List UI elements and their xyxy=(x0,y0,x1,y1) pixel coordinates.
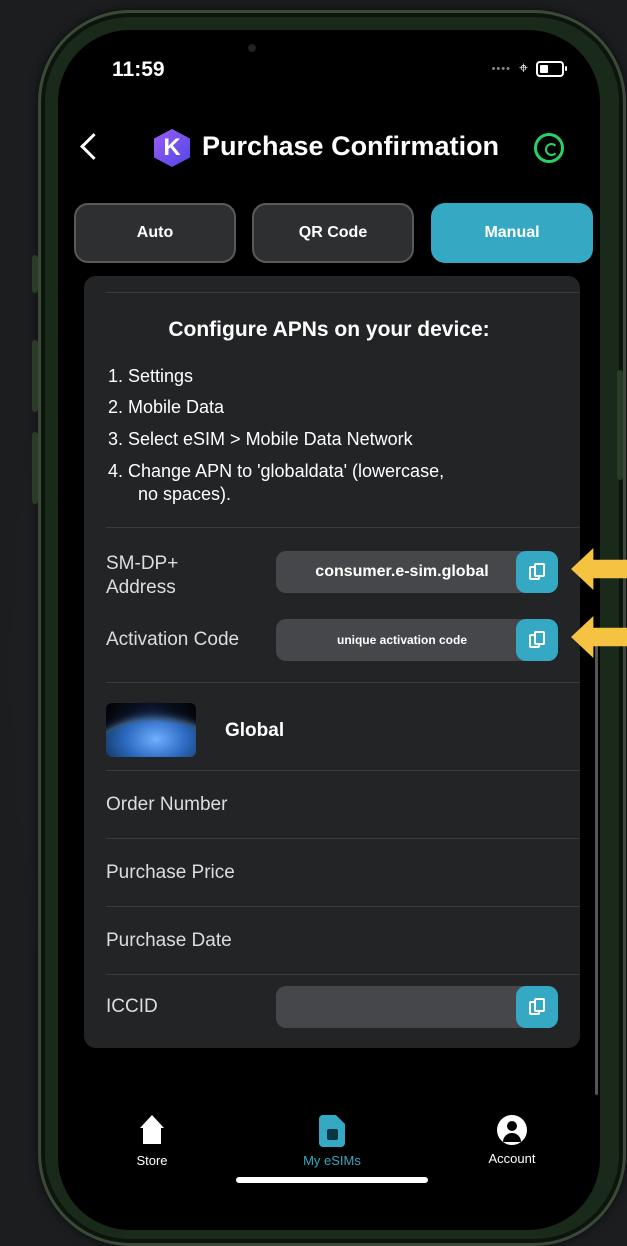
volume-up-button xyxy=(32,340,38,412)
nav-label: Store xyxy=(136,1153,168,1168)
signal-dots-icon: •••• xyxy=(491,63,511,75)
account-icon xyxy=(497,1115,527,1145)
nav-account[interactable]: Account xyxy=(462,1115,562,1166)
nav-label: Account xyxy=(488,1151,536,1166)
copy-iccid-button[interactable] xyxy=(516,986,558,1028)
status-time: 11:59 xyxy=(112,58,165,81)
config-step: 3. Select eSIM > Mobile Data Network xyxy=(108,429,413,449)
action-button xyxy=(32,255,38,293)
config-step: no spaces). xyxy=(138,484,232,504)
iccid-label: ICCID xyxy=(106,996,158,1017)
whatsapp-icon[interactable] xyxy=(534,133,564,163)
smdp-field: consumer.e-sim.global xyxy=(276,551,558,593)
config-step: 4. Change APN to 'globaldata' (lowercase… xyxy=(108,461,445,481)
divider xyxy=(106,292,580,293)
camera-icon xyxy=(248,44,256,52)
config-title: Configure APNs on your device: xyxy=(168,318,490,341)
config-step: 2. Mobile Data xyxy=(108,397,225,417)
copy-icon xyxy=(529,563,545,581)
back-chevron-icon[interactable] xyxy=(80,133,107,160)
order-number-label: Order Number xyxy=(106,794,228,815)
activation-label: Activation Code xyxy=(106,629,240,650)
plan-earth-image xyxy=(106,703,196,757)
nav-store[interactable]: Store xyxy=(102,1115,202,1168)
divider xyxy=(106,682,580,683)
divider xyxy=(106,527,580,528)
copy-icon xyxy=(529,631,545,649)
copy-smdp-button[interactable] xyxy=(516,551,558,593)
tab-label: Auto xyxy=(136,224,174,241)
tab-auto[interactable]: Auto xyxy=(74,203,236,263)
phone-screen: 11:59 •••• ⌖ K Purchase Confirmation Aut… xyxy=(58,30,600,1230)
scrollbar[interactable] xyxy=(595,635,598,1095)
power-button xyxy=(617,370,623,480)
nav-my-esims[interactable]: My eSIMs xyxy=(282,1115,382,1168)
volume-down-button xyxy=(32,432,38,504)
divider xyxy=(106,906,580,907)
plan-name: Global xyxy=(225,720,285,741)
app-logo-icon: K xyxy=(154,129,190,167)
iccid-field xyxy=(276,986,558,1028)
home-indicator xyxy=(236,1177,428,1183)
tab-label: Manual xyxy=(484,224,540,241)
tab-manual[interactable]: Manual xyxy=(431,203,593,263)
purchase-date-label: Purchase Date xyxy=(106,930,232,951)
sim-card-icon xyxy=(319,1115,345,1147)
nav-label: My eSIMs xyxy=(303,1153,361,1168)
bottom-nav: Store My eSIMs Account xyxy=(58,1115,600,1185)
tab-qr-code[interactable]: QR Code xyxy=(252,203,414,263)
purchase-price-label: Purchase Price xyxy=(106,862,235,883)
copy-activation-button[interactable] xyxy=(516,619,558,661)
smdp-label: SM-DP+ Address xyxy=(106,553,179,598)
tab-label: QR Code xyxy=(298,224,368,241)
page-title: Purchase Confirmation xyxy=(202,131,500,161)
status-indicators: •••• ⌖ xyxy=(491,60,567,78)
battery-icon xyxy=(536,61,567,77)
home-icon xyxy=(136,1115,168,1147)
page-header: K Purchase Confirmation xyxy=(58,125,600,175)
divider xyxy=(106,838,580,839)
divider xyxy=(106,770,580,771)
divider xyxy=(106,974,580,975)
copy-icon xyxy=(529,998,545,1016)
activation-field: unique activation code xyxy=(276,619,558,661)
wifi-icon: ⌖ xyxy=(518,60,528,77)
config-step: 1. Settings xyxy=(108,366,194,386)
